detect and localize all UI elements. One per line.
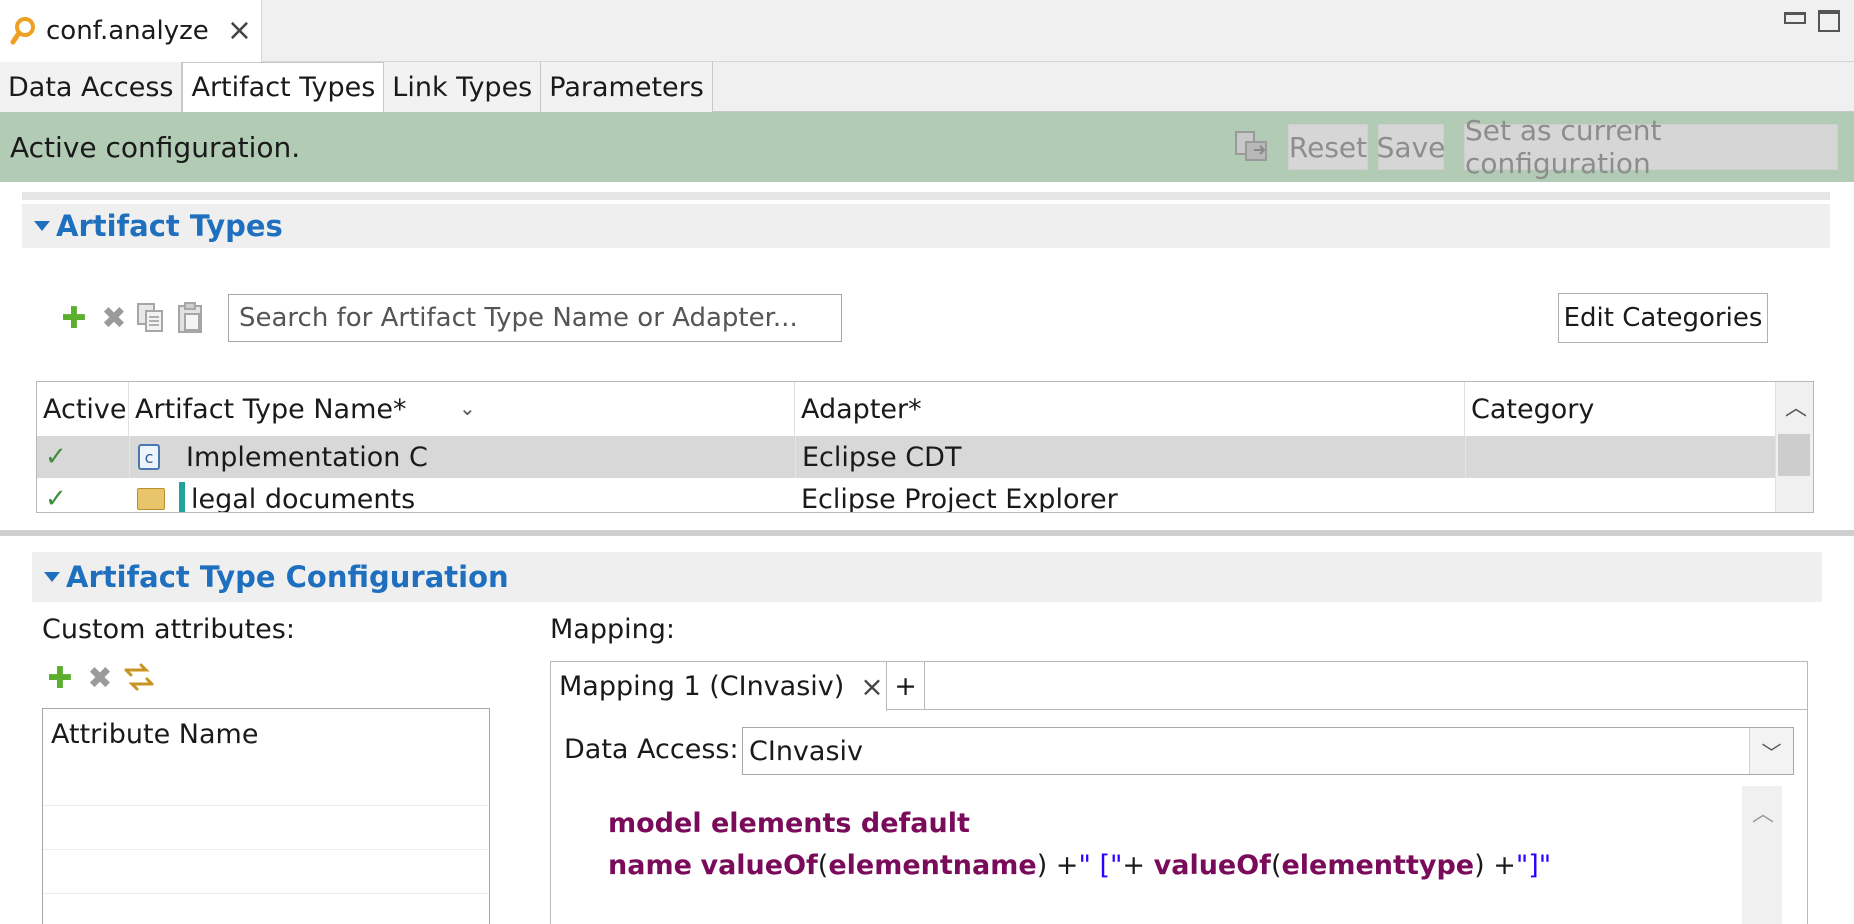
mapping-code-editor[interactable]: model elements default name valueOf(elem…	[576, 786, 1742, 924]
custom-attributes-label: Custom attributes:	[42, 614, 295, 645]
set-current-configuration-button[interactable]: Set as current configuration	[1464, 114, 1838, 180]
close-icon[interactable]: ×	[860, 670, 883, 703]
artifact-type-name: legal documents	[191, 483, 416, 513]
scroll-up-icon[interactable]: ︿	[1785, 390, 1807, 422]
column-header-active[interactable]: Active	[37, 382, 129, 436]
column-header-adapter[interactable]: Adapter*	[795, 382, 1465, 436]
tab-link-types[interactable]: Link Types	[384, 62, 542, 112]
status-text: Active configuration.	[10, 130, 301, 164]
code-punct: ) +	[1036, 849, 1079, 881]
collapse-triangle-icon[interactable]	[44, 572, 60, 582]
delete-icon[interactable]: ✖	[98, 301, 130, 336]
row-divider	[43, 849, 489, 850]
category-color-marker	[179, 482, 185, 512]
artifact-type-name: Implementation C	[186, 441, 428, 473]
tab-data-access[interactable]: Data Access	[0, 62, 183, 112]
table-row[interactable]: ✓ legal documents Eclipse Project Explor…	[37, 478, 1777, 513]
artifact-type-name-cell: legal documents	[129, 478, 795, 513]
section-splitter[interactable]	[0, 530, 1854, 536]
folder-icon	[137, 488, 165, 510]
category-cell	[1465, 436, 1777, 478]
code-keyword: valueOf	[1153, 849, 1271, 881]
mapping-tab-label: Mapping 1 (CInvasiv)	[559, 671, 845, 702]
copy-icon[interactable]	[136, 302, 166, 338]
data-access-select[interactable]: CInvasiv ﹀	[742, 727, 1794, 775]
artifact-type-configuration-section-title: Artifact Type Configuration	[66, 560, 509, 594]
code-line-2: name valueOf(elementname) + " [" + valueOf…	[608, 844, 1742, 886]
export-icon[interactable]	[1234, 130, 1270, 168]
code-keyword: valueOf	[700, 849, 818, 881]
code-line-1: model elements default	[608, 807, 970, 839]
c-source-icon: c	[138, 444, 160, 470]
data-access-label: Data Access:	[564, 734, 739, 765]
save-button[interactable]: Save	[1377, 124, 1445, 170]
maximize-icon[interactable]	[1818, 10, 1840, 32]
editor-tab-strip	[0, 0, 1854, 62]
artifact-type-search-input[interactable]	[228, 294, 842, 342]
code-string: "]"	[1515, 849, 1552, 881]
row-divider	[43, 893, 489, 894]
artifact-type-name-cell: c Implementation C	[129, 436, 795, 478]
scrollbar-thumb[interactable]	[1778, 434, 1810, 476]
code-punct: (	[817, 849, 829, 881]
adapter-cell: Eclipse Project Explorer	[801, 483, 1118, 513]
tab-mapping-1[interactable]: Mapping 1 (CInvasiv) ×	[551, 662, 887, 711]
delete-attribute-icon[interactable]: ✖	[84, 661, 116, 696]
active-check-icon[interactable]: ✓	[39, 436, 129, 478]
artifact-type-configuration-section-header[interactable]: Artifact Type Configuration	[32, 552, 1822, 602]
adapter-cell: Eclipse CDT	[795, 436, 1465, 478]
minimize-icon[interactable]	[1784, 12, 1806, 24]
mapping-label: Mapping:	[550, 614, 675, 645]
row-divider	[43, 805, 489, 806]
data-access-selected-value: CInvasiv	[749, 735, 863, 767]
column-header-attribute-name[interactable]: Attribute Name	[51, 719, 258, 750]
category-cell	[1465, 478, 1777, 512]
editor-tab-title: conf.analyze	[46, 16, 209, 46]
section-separator	[22, 192, 1830, 200]
analyze-file-icon	[10, 17, 35, 45]
swap-attributes-icon[interactable]	[122, 660, 156, 698]
artifact-types-section-header[interactable]: Artifact Types	[22, 204, 1830, 248]
code-punct: (	[1270, 849, 1282, 881]
editor-tab-conf-analyze[interactable]: conf.analyze ×	[0, 0, 262, 62]
artifact-types-table: Active Artifact Type Name* ⌄ Adapter* Ca…	[36, 381, 1814, 513]
scroll-up-icon[interactable]: ︿	[1752, 796, 1774, 828]
column-header-category[interactable]: Category	[1465, 382, 1777, 436]
code-scrollbar[interactable]: ︿	[1742, 786, 1782, 924]
code-punct: +	[1122, 849, 1154, 881]
close-icon[interactable]: ×	[227, 16, 252, 46]
reset-button[interactable]: Reset	[1288, 124, 1368, 170]
tab-artifact-types[interactable]: Artifact Types	[182, 62, 385, 113]
configuration-tabs: Data Access Artifact Types Link Types Pa…	[0, 62, 1854, 113]
code-string: " ["	[1078, 849, 1123, 881]
chevron-down-icon[interactable]: ﹀	[1749, 728, 1793, 774]
edit-categories-button[interactable]: Edit Categories	[1558, 293, 1768, 343]
code-punct: ) +	[1474, 849, 1516, 881]
sort-chevron-down-icon: ⌄	[459, 396, 476, 420]
add-attribute-icon[interactable]: ✚	[44, 661, 76, 696]
add-mapping-tab-button[interactable]: +	[887, 662, 925, 710]
active-check-icon[interactable]: ✓	[39, 478, 129, 512]
code-keyword: name	[608, 849, 692, 881]
paste-icon[interactable]	[176, 302, 206, 338]
add-icon[interactable]: ✚	[58, 301, 90, 336]
collapse-triangle-icon[interactable]	[34, 221, 50, 231]
code-keyword: elementname	[828, 849, 1037, 881]
table-row[interactable]: ✓ c Implementation C Eclipse CDT	[37, 436, 1777, 478]
code-keyword: elementtype	[1281, 849, 1475, 881]
custom-attributes-table: Attribute Name	[42, 708, 490, 924]
tab-parameters[interactable]: Parameters	[541, 62, 713, 112]
artifact-types-section-title: Artifact Types	[56, 209, 283, 243]
table-scrollbar[interactable]: ︿	[1775, 382, 1813, 512]
